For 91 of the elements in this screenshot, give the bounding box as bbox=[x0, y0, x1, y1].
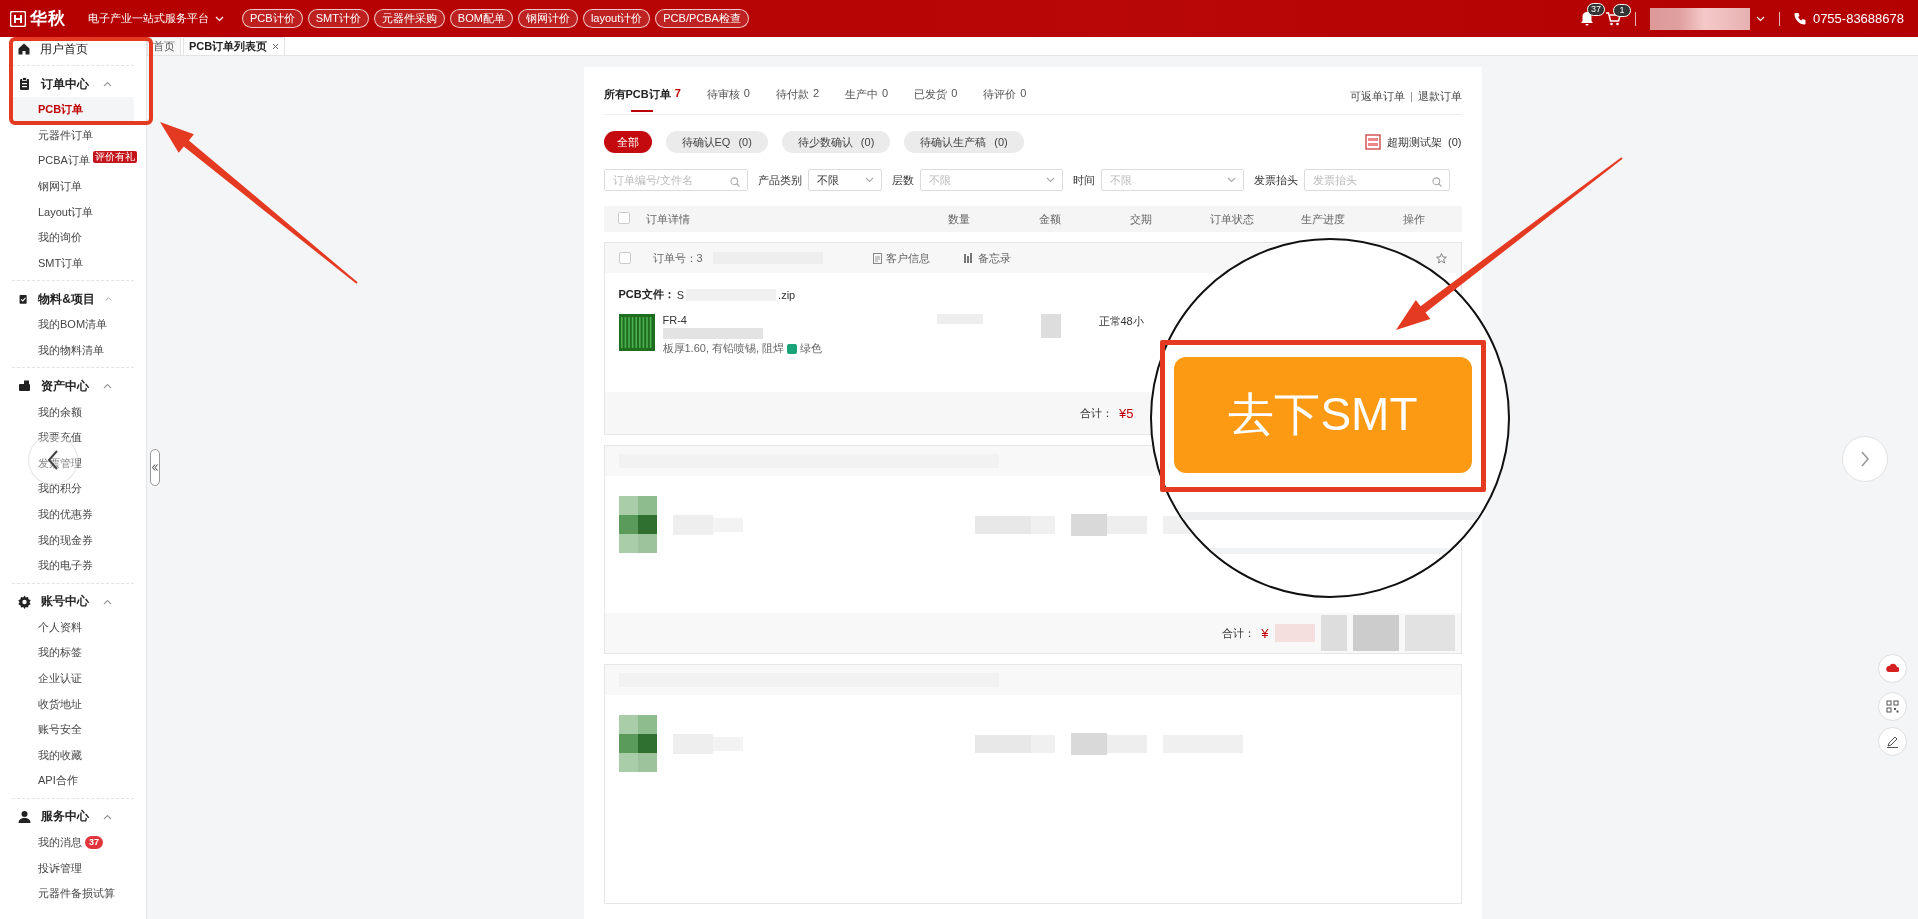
platform-menu[interactable]: 电子产业一站式服务平台 bbox=[88, 11, 224, 26]
overdue-count: (0) bbox=[1448, 136, 1462, 148]
dropdown[interactable]: 不限 bbox=[807, 169, 882, 191]
filter-label: 层数 bbox=[891, 172, 914, 188]
cart-count: 1 bbox=[1612, 3, 1631, 17]
filter-chip[interactable]: 待确认EQ (0) bbox=[665, 131, 768, 153]
filter-label: 产品类别 bbox=[757, 172, 802, 188]
sidebar-item[interactable]: PCB订单 bbox=[12, 97, 134, 123]
file-name-start: S bbox=[676, 288, 685, 301]
total-label: 合计： bbox=[1080, 405, 1114, 421]
nav-pill[interactable]: layout计价 bbox=[582, 9, 651, 28]
status-tab[interactable]: 待审核 0 bbox=[706, 87, 750, 114]
sidebar-item[interactable]: 我的询价 bbox=[12, 224, 134, 251]
column-header: 金额 bbox=[1038, 211, 1062, 227]
sidebar-item[interactable]: 我的收藏 bbox=[12, 742, 134, 769]
customer-info-link[interactable]: 客户信息 bbox=[885, 250, 930, 266]
section-title[interactable]: 订单中心 bbox=[41, 75, 93, 93]
sidebar-item[interactable]: 我要充值 bbox=[12, 424, 134, 451]
status-tab[interactable]: 生产中 0 bbox=[845, 87, 889, 114]
total-price: ¥5 bbox=[1119, 405, 1134, 421]
column-header: 交期 bbox=[1129, 211, 1153, 227]
section-title[interactable]: 服务中心 bbox=[41, 808, 93, 826]
filter-chip[interactable]: 待确认生产稿 (0) bbox=[904, 131, 1024, 153]
sidebar-item[interactable]: 个人资料 bbox=[12, 614, 134, 641]
sidebar-item[interactable]: 用户首页 bbox=[12, 37, 134, 61]
status-tab[interactable]: 所有PCB订单 7 bbox=[603, 87, 681, 114]
dropdown[interactable]: 不限 bbox=[1100, 169, 1244, 191]
filter-label: 发票抬头 bbox=[1253, 172, 1298, 188]
home-label: 用户首页 bbox=[40, 40, 88, 58]
order-link[interactable]: 退款订单 bbox=[1417, 89, 1462, 104]
sidebar-item[interactable]: 收货地址 bbox=[12, 691, 134, 717]
status-tab[interactable]: 待付款 2 bbox=[776, 87, 820, 114]
file-extension: .zip bbox=[778, 288, 796, 301]
sidebar-item[interactable]: 钢网订单 bbox=[12, 173, 134, 200]
sidebar-item[interactable]: 企业认证 bbox=[12, 665, 134, 692]
status-tab[interactable]: 已发货 0 bbox=[914, 87, 958, 114]
sidebar-item[interactable]: 元器件订单 bbox=[12, 122, 134, 149]
order-number: 订单号：3 bbox=[652, 250, 703, 266]
nav-pill[interactable]: BOM配单 bbox=[449, 9, 513, 28]
column-header: 数量 bbox=[947, 211, 971, 227]
filter-chip[interactable]: 待少数确认 (0) bbox=[781, 131, 891, 153]
file-label: PCB文件： bbox=[618, 287, 675, 302]
column-header: 操作 bbox=[1402, 211, 1426, 227]
column-header: 订单详情 bbox=[645, 211, 691, 227]
sidebar-item[interactable]: 我的现金券 bbox=[12, 527, 134, 553]
sidebar-item[interactable]: 我的标签 bbox=[12, 640, 134, 666]
brand-logo-text[interactable]: 华秋 bbox=[30, 7, 66, 30]
count-badge: 37 bbox=[85, 835, 103, 849]
sidebar-item[interactable]: SMT订单 bbox=[12, 250, 134, 277]
filter-label: 时间 bbox=[1072, 172, 1095, 188]
delivery-text: 正常48小 bbox=[1097, 314, 1145, 329]
sidebar-item[interactable]: 我的积分 bbox=[12, 476, 134, 502]
sidebar-item[interactable]: 我的BOM清单 bbox=[12, 312, 134, 338]
order-link[interactable]: 可返单订单 bbox=[1349, 89, 1405, 104]
sidebar-item[interactable]: 我的物料清单 bbox=[12, 337, 134, 364]
sidebar-item[interactable]: Layout订单 bbox=[12, 199, 134, 225]
page-tab[interactable]: PCB订单列表页 bbox=[183, 37, 286, 55]
sidebar-item[interactable]: 我的余额 bbox=[12, 399, 134, 425]
status-tab[interactable]: 待评价 0 bbox=[983, 87, 1027, 114]
sidebar-item[interactable]: 投诉管理 bbox=[12, 855, 134, 881]
overdue-label[interactable]: 超期测试架 bbox=[1387, 134, 1443, 150]
sidebar-item[interactable]: 账号安全 bbox=[12, 716, 134, 743]
section-title[interactable]: 资产中心 bbox=[41, 377, 93, 395]
notification-count: 37 bbox=[1586, 3, 1605, 16]
filter-chip[interactable]: 全部 bbox=[603, 131, 652, 153]
column-header: 订单状态 bbox=[1209, 211, 1255, 227]
dropdown[interactable]: 不限 bbox=[919, 169, 1063, 191]
sidebar-item[interactable]: PCBA订单 评价有礼 bbox=[12, 148, 134, 174]
section-title[interactable]: 账号中心 bbox=[41, 593, 93, 610]
nav-pill[interactable]: PCB计价 bbox=[242, 9, 303, 28]
column-header: 生产进度 bbox=[1300, 211, 1346, 227]
nav-pill[interactable]: 元器件采购 bbox=[373, 9, 445, 28]
total-label: 合计： bbox=[1222, 625, 1256, 641]
nav-pill[interactable]: SMT计价 bbox=[307, 9, 369, 28]
invoice-field[interactable]: 发票抬头 bbox=[1303, 169, 1450, 191]
sidebar-item[interactable]: 我的优惠券 bbox=[12, 501, 134, 528]
phone-number: 0755-83688678 bbox=[1812, 11, 1904, 26]
spec-text: 板厚1.60, 有铅喷锡, 阻焊 bbox=[662, 341, 785, 356]
sidebar-item[interactable]: API合作 bbox=[12, 768, 134, 794]
sidebar-item[interactable]: 元器件备损试算 bbox=[12, 880, 134, 907]
material-text: FR-4 bbox=[662, 314, 688, 326]
page-tab[interactable]: 首页 bbox=[147, 37, 181, 55]
nav-pill[interactable]: PCB/PCBA检查 bbox=[655, 9, 749, 28]
total-price: ¥ bbox=[1261, 625, 1269, 641]
nav-pill[interactable]: 钢网计价 bbox=[517, 9, 578, 28]
sidebar-item[interactable]: 我的电子券 bbox=[12, 552, 134, 579]
section-title[interactable]: 物料&项目 bbox=[38, 290, 95, 308]
color-label: 绿色 bbox=[800, 341, 823, 356]
memo-link[interactable]: 备忘录 bbox=[977, 250, 1011, 266]
promo-tag: 评价有礼 bbox=[92, 151, 137, 163]
sidebar-item[interactable]: 我的消息 37 bbox=[12, 829, 134, 856]
